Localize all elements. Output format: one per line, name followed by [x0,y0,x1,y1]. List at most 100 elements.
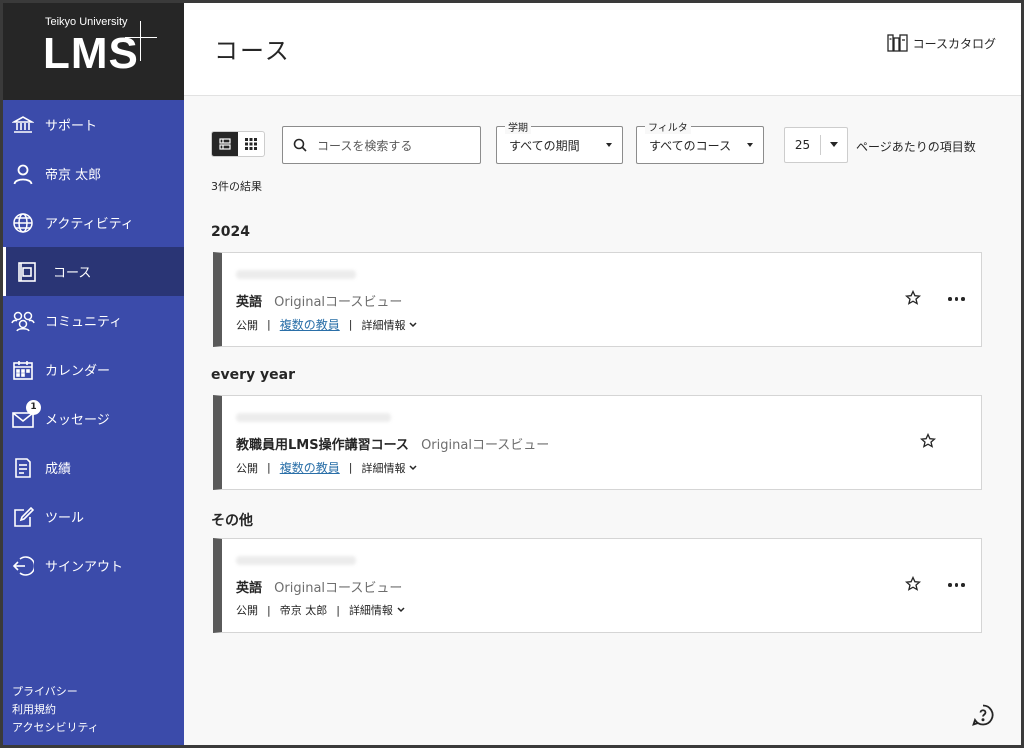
course-name[interactable]: 英語 [236,581,262,596]
divider: | [336,603,340,617]
catalog-icon [886,34,908,52]
logo[interactable]: Teikyo University LMS [3,3,184,100]
page-title: コース [214,37,291,65]
per-page-value: 25 [785,135,821,155]
course-details-toggle[interactable]: 詳細情報 [361,460,417,476]
catalog-label: コースカタログ [912,36,996,51]
sidebar-item-label: 成績 [45,462,72,477]
course-name[interactable]: 教職員用LMS操作講習コース [236,438,409,453]
sidebar-item-grades[interactable]: 成績 [3,443,184,492]
term-group-title: その他 [211,513,253,529]
course-meta: 公開 | 複数の教員 | 詳細情報 [236,459,417,476]
favorite-star-icon[interactable] [904,575,922,596]
community-icon [11,309,35,333]
course-card[interactable]: 英語 Originalコースビュー 公開 | 帝京 太郎 | 詳細情報 [213,538,982,633]
signout-icon [11,554,35,578]
sidebar-item-label: ツール [45,511,85,526]
course-view-type: Originalコースビュー [421,438,550,453]
instructors-link[interactable]: 複数の教員 [280,459,340,476]
terms-link[interactable]: 利用規約 [12,701,99,719]
course-name-row: 英語 Originalコースビュー [236,291,402,310]
filter-select[interactable]: フィルタ すべてのコース [636,119,764,164]
course-meta: 公開 | 複数の教員 | 詳細情報 [236,316,417,333]
list-view-button[interactable] [212,132,238,156]
sidebar-item-tools[interactable]: ツール [3,492,184,541]
filter-value: すべてのコース [649,138,732,153]
grid-view-icon [245,138,257,150]
sidebar-nav: サポート 帝京 太郎 アクティビティ コース コミュニティ カレンダー 1 メッ… [3,100,184,590]
details-label: 詳細情報 [361,461,406,475]
course-name[interactable]: 英語 [236,295,262,310]
term-value: すべての期間 [509,138,580,153]
chevron-down-icon [397,607,405,613]
chevron-down-icon [409,321,417,327]
sidebar-item-label: コミュニティ [45,315,123,330]
user-icon [11,162,35,186]
filter-legend: フィルタ [645,119,691,134]
grades-icon [11,456,35,480]
sidebar-item-label: アクティビティ [45,217,134,232]
course-search-input[interactable]: コースを検索する [282,126,481,164]
logo-university: Teikyo University [45,16,128,28]
term-legend: 学期 [505,119,531,134]
divider: | [267,318,271,331]
sidebar: Teikyo University LMS サポート 帝京 太郎 アクティビティ… [3,3,184,745]
mail-icon: 1 [11,399,41,431]
sidebar-item-label: カレンダー [45,364,111,379]
per-page-select[interactable]: 25 [784,127,848,163]
favorite-star-icon[interactable] [904,289,922,310]
course-card[interactable]: 教職員用LMS操作講習コース Originalコースビュー 公開 | 複数の教員… [213,395,982,490]
course-status: 公開 [236,318,258,332]
calendar-icon [11,358,35,382]
search-placeholder: コースを検索する [317,138,413,153]
globe-icon [11,211,35,235]
course-name-row: 英語 Originalコースビュー [236,577,402,596]
details-label: 詳細情報 [361,318,406,332]
course-catalog-link[interactable]: コースカタログ [886,33,996,53]
course-code-blurred [236,413,391,422]
list-view-icon [219,138,231,150]
divider: | [267,603,271,617]
course-icon [15,260,39,284]
help-icon[interactable] [971,703,995,731]
grid-view-button[interactable] [238,132,264,156]
course-view-type: Originalコースビュー [274,295,403,310]
sidebar-item-profile[interactable]: 帝京 太郎 [3,149,184,198]
sidebar-item-label: サインアウト [45,560,124,575]
details-label: 詳細情報 [348,604,393,617]
privacy-link[interactable]: プライバシー [12,683,99,701]
course-details-toggle[interactable]: 詳細情報 [349,602,405,618]
caret-down-icon [747,143,753,147]
caret-down-icon [821,142,847,148]
accessibility-link[interactable]: アクセシビリティ [12,719,99,737]
course-code-blurred [236,556,356,565]
results-count: 3件の結果 [211,180,262,193]
course-card[interactable]: 英語 Originalコースビュー 公開 | 複数の教員 | 詳細情報 [213,252,982,347]
sidebar-footer: プライバシー 利用規約 アクセシビリティ [12,683,99,737]
favorite-star-icon[interactable] [919,432,937,453]
term-group-title: 2024 [211,224,250,240]
sidebar-item-activity[interactable]: アクティビティ [3,198,184,247]
more-options-icon[interactable] [948,297,965,301]
sidebar-item-community[interactable]: コミュニティ [3,296,184,345]
course-details-toggle[interactable]: 詳細情報 [361,317,417,333]
more-options-icon[interactable] [948,583,965,587]
term-select[interactable]: 学期 すべての期間 [496,119,623,164]
course-meta: 公開 | 帝京 太郎 | 詳細情報 [236,602,405,618]
term-group-title: every year [211,367,295,383]
course-name-row: 教職員用LMS操作講習コース Originalコースビュー [236,434,549,453]
sidebar-item-label: コース [53,266,92,281]
sidebar-item-courses[interactable]: コース [3,247,184,296]
institution-icon [11,113,35,137]
sidebar-item-support[interactable]: サポート [3,100,184,149]
sidebar-item-signout[interactable]: サインアウト [3,541,184,590]
app-window: Teikyo University LMS サポート 帝京 太郎 アクティビティ… [3,3,1021,745]
message-count-badge: 1 [26,399,41,415]
logo-cross-vertical [140,21,141,61]
sidebar-item-messages[interactable]: 1 メッセージ [3,394,184,443]
sidebar-item-calendar[interactable]: カレンダー [3,345,184,394]
caret-down-icon [606,143,612,147]
course-status: 公開 [236,461,258,475]
instructors-link[interactable]: 複数の教員 [280,316,340,333]
sidebar-item-label: メッセージ [45,413,110,428]
